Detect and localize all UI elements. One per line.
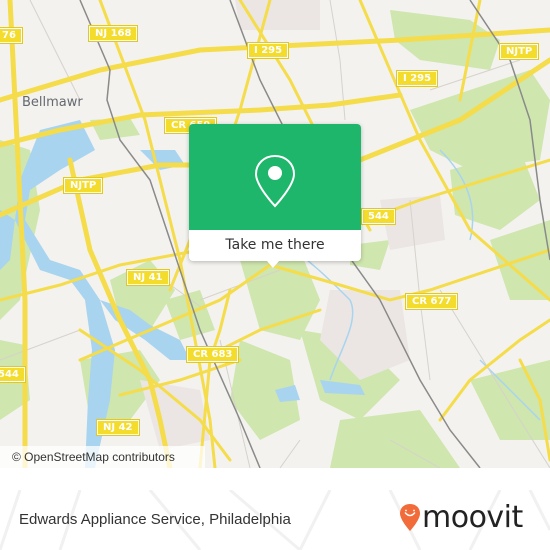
destination-popup[interactable]: Take me there: [189, 124, 361, 268]
popup-header[interactable]: [189, 124, 361, 230]
place-label-bellmawr: Bellmawr: [22, 95, 83, 110]
road-label-i76: 76: [0, 27, 23, 44]
moovit-pin-icon: [400, 504, 420, 531]
road-label-njtp-west: NJTP: [62, 177, 104, 194]
road-label-544-west: 544: [0, 366, 26, 383]
map-pin-icon: [254, 154, 296, 208]
take-me-there-button[interactable]: Take me there: [189, 230, 361, 261]
popup-pointer: [267, 261, 279, 268]
place-title: Edwards Appliance Service, Philadelphia: [19, 511, 291, 528]
road-label-i295-west: I 295: [246, 42, 290, 59]
road-label-cr677: CR 677: [404, 293, 459, 310]
map-attribution[interactable]: © OpenStreetMap contributors: [0, 446, 205, 468]
road-label-cr683: CR 683: [185, 346, 240, 363]
road-label-nj168: NJ 168: [87, 25, 139, 42]
footer: Edwards Appliance Service, Philadelphia …: [0, 490, 550, 550]
road-label-nj41: NJ 41: [126, 269, 170, 286]
road-label-544-east: 544: [361, 208, 396, 225]
road-label-njtp-east: NJTP: [498, 43, 540, 60]
road-label-nj42: NJ 42: [96, 419, 140, 436]
map[interactable]: Bellmawr 76 NJ 168 I 295 I 295 NJTP CR 6…: [0, 0, 550, 468]
moovit-wordmark: moovit: [422, 500, 523, 535]
road-label-i295-east: I 295: [395, 70, 439, 87]
